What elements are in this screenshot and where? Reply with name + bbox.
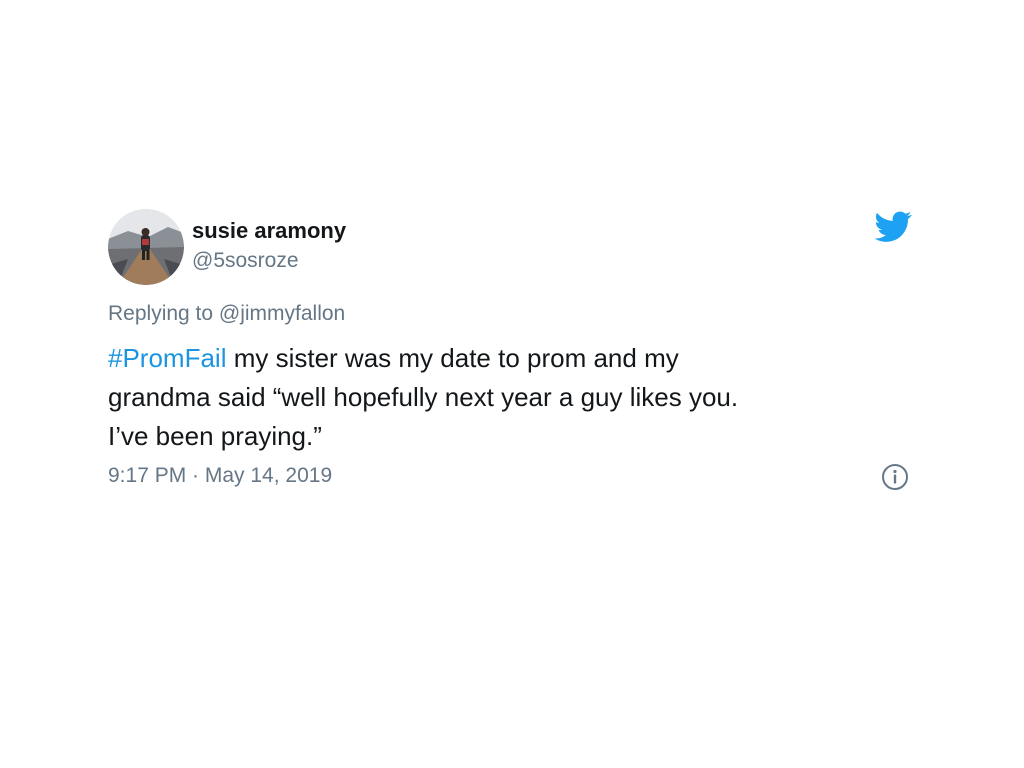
tweet-timestamp[interactable]: 9:17 PM · May 14, 2019 — [108, 463, 332, 489]
tweet-card: susie aramony @5sosroze Replying to @jim… — [108, 205, 918, 505]
reply-context[interactable]: Replying to @jimmyfallon — [108, 301, 345, 327]
author-name[interactable]: susie aramony — [192, 218, 346, 244]
tweet-text: #PromFail my sister was my date to prom … — [108, 339, 908, 456]
tweet-text-line-2: grandma said “well hopefully next year a… — [108, 382, 739, 412]
avatar[interactable] — [108, 209, 184, 285]
tweet-text-line-1-rest: my sister was my date to prom and my — [226, 343, 679, 373]
twitter-bird-icon[interactable] — [874, 211, 912, 243]
tweet-text-line-1: #PromFail my sister was my date to prom … — [108, 339, 908, 378]
tweet-text-line-3: I’ve been praying.” — [108, 421, 322, 451]
hashtag-link[interactable]: #PromFail — [108, 343, 226, 373]
author-handle[interactable]: @5sosroze — [192, 248, 299, 274]
info-icon[interactable] — [881, 463, 909, 491]
